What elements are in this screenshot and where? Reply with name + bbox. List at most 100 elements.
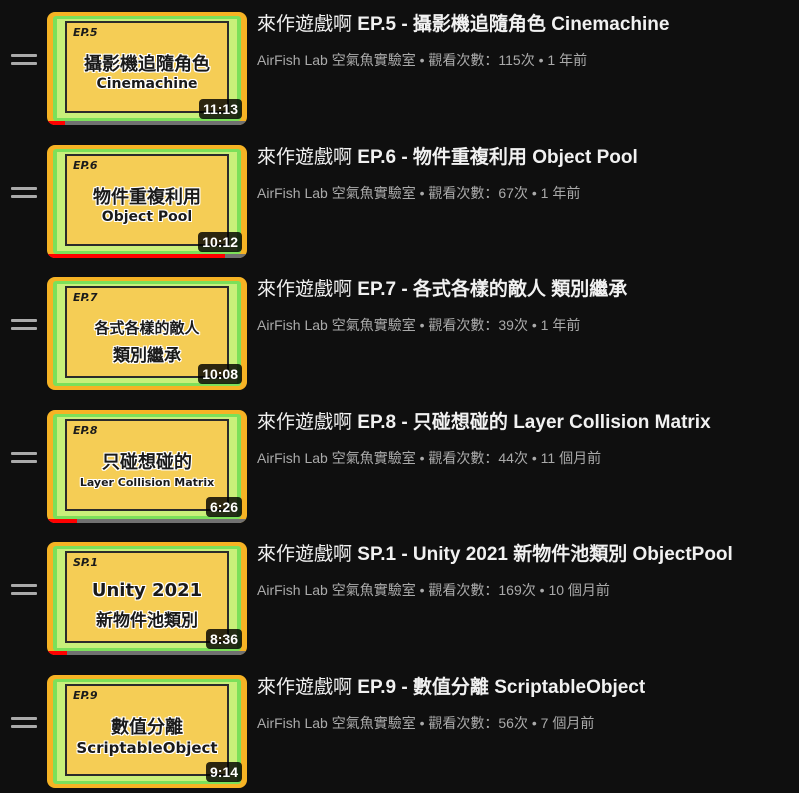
- video-title[interactable]: 來作遊戲啊 EP.8 - 只碰想碰的 Layer Collision Matri…: [257, 411, 711, 435]
- channel-name[interactable]: AirFish Lab 空氣魚實驗室: [257, 52, 416, 68]
- thumbnail-episode-label: EP.9: [73, 689, 98, 702]
- video-meta: AirFish Lab 空氣魚實驗室 • 觀看次數：67次 • 1 年前: [257, 184, 580, 202]
- watch-progress-bar: [47, 651, 247, 655]
- video-title[interactable]: 來作遊戲啊 EP.5 - 攝影機追隨角色 Cinemachine: [257, 13, 669, 37]
- drag-handle-icon[interactable]: [11, 582, 37, 598]
- thumbnail-title-line1: 只碰想碰的: [102, 452, 192, 473]
- thumbnail-title-line1: 攝影機追隨角色: [84, 54, 210, 75]
- video-thumbnail[interactable]: SP.1 Unity 2021 新物件池類別 8:36: [47, 542, 247, 655]
- upload-age: 1 年前: [540, 185, 581, 201]
- duration-badge: 9:14: [205, 762, 242, 782]
- channel-name[interactable]: AirFish Lab 空氣魚實驗室: [257, 715, 416, 731]
- upload-age: 11 個月前: [540, 450, 602, 466]
- drag-handle-icon[interactable]: [11, 52, 37, 68]
- playlist-video-item[interactable]: EP.8 只碰想碰的 Layer Collision Matrix 6:26 來…: [0, 398, 799, 523]
- view-count: 觀看次數：115次: [428, 52, 535, 68]
- meta-separator: •: [415, 450, 429, 466]
- channel-name[interactable]: AirFish Lab 空氣魚實驗室: [257, 317, 416, 333]
- drag-handle-icon[interactable]: [11, 450, 37, 466]
- meta-separator: •: [527, 715, 541, 731]
- duration-badge: 8:36: [205, 629, 242, 649]
- meta-separator: •: [527, 450, 541, 466]
- thumbnail-title-line1: 各式各樣的敵人: [94, 319, 200, 337]
- thumbnail-episode-label: EP.8: [73, 424, 98, 437]
- meta-separator: •: [415, 715, 429, 731]
- video-meta: AirFish Lab 空氣魚實驗室 • 觀看次數：115次 • 1 年前: [257, 51, 587, 69]
- thumbnail-episode-label: EP.5: [73, 26, 98, 39]
- thumbnail-title-line2: Cinemachine: [96, 76, 198, 92]
- playlist-video-item[interactable]: EP.5 攝影機追隨角色 Cinemachine 11:13 來作遊戲啊 EP.…: [0, 0, 799, 125]
- duration-badge: 6:26: [205, 497, 242, 517]
- thumbnail-title-line1: 物件重複利用: [93, 187, 201, 208]
- duration-badge: 11:13: [198, 99, 242, 119]
- upload-age: 1 年前: [547, 52, 588, 68]
- video-title-series: 來作遊戲啊: [257, 147, 353, 168]
- view-count: 觀看次數：56次: [428, 715, 528, 731]
- video-meta: AirFish Lab 空氣魚實驗室 • 觀看次數：44次 • 11 個月前: [257, 449, 601, 467]
- duration-badge: 10:12: [198, 232, 242, 252]
- video-thumbnail[interactable]: EP.5 攝影機追隨角色 Cinemachine 11:13: [47, 12, 247, 125]
- watch-progress-bar: [47, 121, 247, 125]
- drag-handle-icon[interactable]: [11, 715, 37, 731]
- thumbnail-title-line2: Object Pool: [101, 209, 193, 225]
- meta-separator: •: [415, 185, 429, 201]
- watch-progress-fill: [47, 121, 65, 125]
- meta-separator: •: [415, 52, 429, 68]
- view-count: 觀看次數：39次: [428, 317, 528, 333]
- video-title[interactable]: 來作遊戲啊 EP.6 - 物件重複利用 Object Pool: [257, 146, 638, 170]
- watch-progress-bar: [47, 386, 247, 390]
- video-title-episode: EP.7 - 各式各樣的敵人 類別繼承: [352, 279, 628, 300]
- video-meta: AirFish Lab 空氣魚實驗室 • 觀看次數：39次 • 1 年前: [257, 316, 580, 334]
- playlist-video-item[interactable]: EP.7 各式各樣的敵人 類別繼承 10:08 來作遊戲啊 EP.7 - 各式各…: [0, 265, 799, 390]
- thumbnail-title-line2: ScriptableObject: [76, 739, 218, 757]
- video-meta: AirFish Lab 空氣魚實驗室 • 觀看次數：169次 • 10 個月前: [257, 581, 610, 599]
- duration-badge: 10:08: [198, 364, 242, 384]
- video-title-series: 來作遊戲啊: [257, 544, 353, 565]
- playlist-video-item[interactable]: EP.6 物件重複利用 Object Pool 10:12 來作遊戲啊 EP.6…: [0, 133, 799, 258]
- thumbnail-episode-label: EP.6: [73, 159, 98, 172]
- video-title[interactable]: 來作遊戲啊 SP.1 - Unity 2021 新物件池類別 ObjectPoo…: [257, 543, 733, 567]
- meta-separator: •: [415, 317, 429, 333]
- thumbnail-episode-label: SP.1: [73, 556, 98, 569]
- view-count: 觀看次數：169次: [428, 582, 536, 598]
- video-title-series: 來作遊戲啊: [257, 677, 353, 698]
- meta-separator: •: [534, 52, 548, 68]
- thumbnail-title-line2: Layer Collision Matrix: [79, 476, 215, 489]
- watch-progress-bar: [47, 254, 247, 258]
- playlist-video-item[interactable]: SP.1 Unity 2021 新物件池類別 8:36 來作遊戲啊 SP.1 -…: [0, 530, 799, 655]
- video-thumbnail[interactable]: EP.6 物件重複利用 Object Pool 10:12: [47, 145, 247, 258]
- upload-age: 1 年前: [540, 317, 581, 333]
- video-title-episode: EP.9 - 數值分離 ScriptableObject: [352, 677, 646, 698]
- watch-progress-bar: [47, 519, 247, 523]
- video-thumbnail[interactable]: EP.7 各式各樣的敵人 類別繼承 10:08: [47, 277, 247, 390]
- thumbnail-title-line1: Unity 2021: [91, 580, 203, 601]
- channel-name[interactable]: AirFish Lab 空氣魚實驗室: [257, 582, 416, 598]
- upload-age: 7 個月前: [540, 715, 595, 731]
- video-title-episode: EP.6 - 物件重複利用 Object Pool: [352, 147, 638, 168]
- meta-separator: •: [527, 185, 541, 201]
- meta-separator: •: [527, 317, 541, 333]
- video-title[interactable]: 來作遊戲啊 EP.7 - 各式各樣的敵人 類別繼承: [257, 278, 627, 302]
- view-count: 觀看次數：67次: [428, 185, 528, 201]
- video-thumbnail[interactable]: EP.8 只碰想碰的 Layer Collision Matrix 6:26: [47, 410, 247, 523]
- playlist-video-item[interactable]: EP.9 數值分離 ScriptableObject 9:14 來作遊戲啊 EP…: [0, 663, 799, 788]
- video-thumbnail[interactable]: EP.9 數值分離 ScriptableObject 9:14: [47, 675, 247, 788]
- watch-progress-bar: [47, 784, 247, 788]
- drag-handle-icon[interactable]: [11, 185, 37, 201]
- watch-progress-fill: [47, 519, 77, 523]
- channel-name[interactable]: AirFish Lab 空氣魚實驗室: [257, 450, 416, 466]
- meta-separator: •: [415, 582, 429, 598]
- video-title[interactable]: 來作遊戲啊 EP.9 - 數值分離 ScriptableObject: [257, 676, 645, 700]
- video-title-series: 來作遊戲啊: [257, 279, 353, 300]
- thumbnail-title-line2: 新物件池類別: [96, 611, 198, 631]
- thumbnail-title-line1: 數值分離: [111, 717, 183, 738]
- video-title-series: 來作遊戲啊: [257, 14, 353, 35]
- channel-name[interactable]: AirFish Lab 空氣魚實驗室: [257, 185, 416, 201]
- video-title-episode: EP.8 - 只碰想碰的 Layer Collision Matrix: [352, 412, 711, 433]
- video-title-series: 來作遊戲啊: [257, 412, 353, 433]
- video-title-episode: SP.1 - Unity 2021 新物件池類別 ObjectPool: [352, 544, 733, 565]
- watch-progress-fill: [47, 254, 225, 258]
- thumbnail-title-line2: 類別繼承: [113, 346, 181, 366]
- drag-handle-icon[interactable]: [11, 317, 37, 333]
- upload-age: 10 個月前: [548, 582, 610, 598]
